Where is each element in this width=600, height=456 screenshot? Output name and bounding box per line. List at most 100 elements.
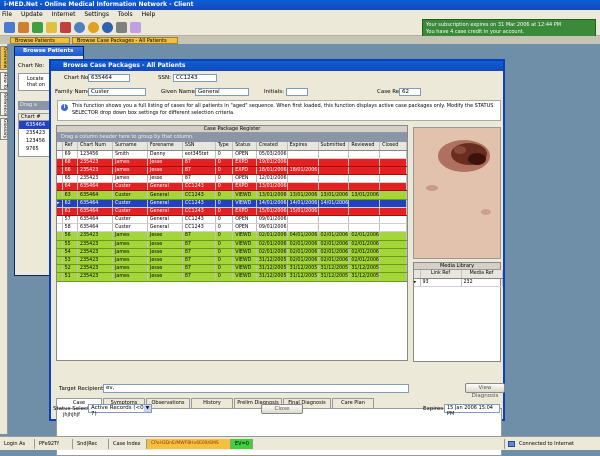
mail-icon[interactable] xyxy=(60,22,71,33)
patient-row[interactable]: 9765 xyxy=(19,145,50,153)
side-tab-howto[interactable]: How To xyxy=(0,72,8,90)
refresh-icon[interactable] xyxy=(32,22,43,33)
tab-browse-case-packages[interactable]: Browse Case Packages - All Patients xyxy=(72,37,178,44)
menu-settings[interactable]: Settings xyxy=(84,11,109,18)
table-cell: 15/01/2006 xyxy=(256,207,288,217)
col-submitted[interactable]: Submitted xyxy=(318,142,350,151)
case-table: Ref Chart Num Surname Forename SSN Type … xyxy=(57,142,407,282)
col-surname[interactable]: Surname xyxy=(112,142,148,151)
col-created[interactable]: Created xyxy=(256,142,288,151)
table-row[interactable]: 51 235423 James Jesse 87 0 VIEWD 31/12/2005 31/1… xyxy=(57,272,407,282)
drag-column-hint: Drag a column xyxy=(18,101,51,110)
side-tab-reference[interactable]: Reference xyxy=(0,92,8,116)
menu-update[interactable]: Update xyxy=(21,11,43,18)
table-row[interactable]: 61 635464 Custer General CC1243 0 EXPD 15/01/20… xyxy=(57,207,407,217)
col-status[interactable]: Status xyxy=(232,142,257,151)
table-row[interactable]: 65 235423 James Jesse 87 0 OPEN 12/01/2006 xyxy=(57,174,407,184)
col-forename[interactable]: Forename xyxy=(147,142,183,151)
table-cell: 55 xyxy=(62,240,79,249)
table-row[interactable]: ▸ 62 635464 Custer General CC1243 0 VIEWD 14/01/… xyxy=(57,199,407,208)
table-cell xyxy=(379,240,407,249)
table-cell: 87 xyxy=(182,240,216,249)
table-row[interactable]: 66 235423 James Jesse 87 0 EXPD 18/01/2006 18/01… xyxy=(57,166,407,176)
table-cell: Custer xyxy=(112,182,148,192)
col-chart-num[interactable]: Chart Num xyxy=(77,142,113,151)
table-cell xyxy=(348,150,381,159)
col-media-ref[interactable]: Media Ref xyxy=(461,270,503,279)
col-link-ref[interactable]: Link Ref xyxy=(420,270,462,279)
info-text: This function shows you a full listing o… xyxy=(72,103,494,116)
table-row[interactable]: 69 123456 Smith Danny eot345tet 0 OPEN 05/03/20… xyxy=(57,150,407,159)
patients-icon[interactable] xyxy=(4,22,15,33)
col-reviewed[interactable]: Reviewed xyxy=(348,142,381,151)
table-cell: 635464 xyxy=(77,215,113,225)
table-row[interactable]: 58 635464 Custer General CC1243 0 OPEN 09/01/20… xyxy=(57,223,407,233)
group-by-hint[interactable]: Drag a column header here to group by th… xyxy=(57,133,407,142)
table-row[interactable]: 56 235423 James Jesse 87 0 VIEWD 02/01/2006 04/0… xyxy=(57,231,407,241)
table-cell: 62 xyxy=(62,199,79,208)
view-diagnosis-button[interactable]: View Diagnosis xyxy=(465,383,505,399)
table-row[interactable]: 68 235423 James Jesse 87 0 EXPD 19/01/2006 xyxy=(57,158,407,167)
side-tab-overview[interactable]: Overview xyxy=(0,46,8,70)
table-cell: EXPD xyxy=(232,158,257,167)
close-button[interactable]: Close xyxy=(261,404,303,414)
status-selector-dropdown[interactable]: Active Records (<0-7) ▼ xyxy=(88,404,152,417)
patient-row[interactable]: 235423 xyxy=(19,129,50,137)
table-row[interactable]: 54 235423 James Jesse 87 0 VIEWD 02/01/2006 02/0… xyxy=(57,248,407,257)
table-cell xyxy=(318,150,350,159)
menu-file[interactable]: File xyxy=(2,11,12,18)
chevron-down-icon[interactable]: ▼ xyxy=(144,405,151,412)
table-row[interactable]: 55 235423 James Jesse 87 0 VIEWD 02/01/2006 02/0… xyxy=(57,240,407,249)
patient-row[interactable]: 123456 xyxy=(19,137,50,145)
target-recipients-field[interactable]: ev, xyxy=(103,384,409,393)
media-link-ref: 93 xyxy=(420,278,462,287)
col-ssn[interactable]: SSN xyxy=(182,142,216,151)
col-ref[interactable]: Ref xyxy=(62,142,79,151)
chart-column-header[interactable]: Chart # xyxy=(19,114,50,121)
table-cell: Jesse xyxy=(147,256,183,266)
globe-icon[interactable] xyxy=(74,22,85,33)
given-name-field[interactable]: General xyxy=(195,88,249,96)
expires-field[interactable]: 15 Jan 2006 15:04 PM xyxy=(444,404,500,417)
tab-care-plan[interactable]: Care Plan xyxy=(332,398,374,408)
tab-history[interactable]: History xyxy=(191,398,233,408)
table-cell: 635464 xyxy=(77,199,113,208)
side-tab-glossary[interactable]: Glossary xyxy=(0,118,8,140)
initials-field[interactable] xyxy=(286,88,308,96)
menu-tools[interactable]: Tools xyxy=(118,11,133,18)
table-row[interactable]: 52 235423 James Jesse 87 0 VIEWD 31/12/2005 31/1… xyxy=(57,264,407,274)
lightbulb-icon[interactable] xyxy=(88,22,99,33)
family-name-field[interactable]: Custer xyxy=(88,88,146,96)
media-row[interactable]: ▸ 93 232 xyxy=(414,278,503,287)
ssn-field[interactable]: CC1243 xyxy=(173,74,217,82)
table-row[interactable]: 57 635464 Custer General CC1243 0 OPEN 09/01/20… xyxy=(57,215,407,225)
help-icon[interactable] xyxy=(102,22,113,33)
table-row[interactable]: 63 635464 Custer General CC1243 0 VIEWD 13/01/2… xyxy=(57,190,407,200)
settings-icon[interactable] xyxy=(116,22,127,33)
menu-help[interactable]: Help xyxy=(142,11,156,18)
table-cell: Jesse xyxy=(147,231,183,241)
table-row[interactable]: 53 235423 James Jesse 87 0 VIEWD 31/12/2005 02/0… xyxy=(57,256,407,266)
skin-lesion-image[interactable] xyxy=(413,127,501,259)
tab-browse-patients[interactable]: Browse Patients xyxy=(10,37,70,44)
exit-icon[interactable] xyxy=(130,22,141,33)
col-closed[interactable]: Closed xyxy=(379,142,407,151)
table-cell: 0 xyxy=(215,231,234,241)
user-icon[interactable] xyxy=(18,22,29,33)
ssn-label: SSN: xyxy=(158,75,171,81)
table-cell: 09/01/2006 xyxy=(256,215,288,225)
menu-internet[interactable]: Internet xyxy=(52,11,76,18)
tab-observations[interactable]: Observations xyxy=(146,398,190,408)
table-cell: 0 xyxy=(215,207,234,217)
folder-icon[interactable] xyxy=(46,22,57,33)
patient-row[interactable]: 635464 xyxy=(19,121,50,129)
table-cell: 13/01/2006 xyxy=(318,190,350,200)
table-row[interactable]: 64 635464 Custer General CC1243 0 EXPD 13/01/20… xyxy=(57,182,407,192)
col-type[interactable]: Type xyxy=(215,142,234,151)
col-expires[interactable]: Expires xyxy=(287,142,319,151)
status-connected-text: Connected to Internet xyxy=(519,441,574,447)
table-cell: VIEWD xyxy=(232,231,257,241)
case-ref-field[interactable]: 62 xyxy=(399,88,421,96)
table-cell: 56 xyxy=(62,231,79,241)
chart-no-field[interactable]: 635464 xyxy=(88,74,130,82)
